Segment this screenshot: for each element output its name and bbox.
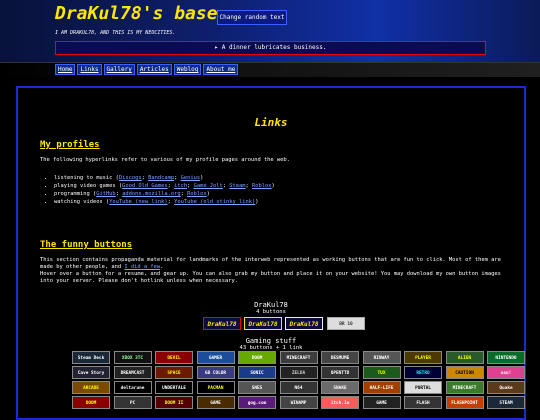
gaming-button[interactable]: itch.io bbox=[321, 396, 359, 409]
gaming-button[interactable]: Quake bbox=[487, 381, 525, 394]
gaming-button[interactable]: deltarune bbox=[113, 381, 152, 394]
site-header: DraKul78's base Change random text I AM … bbox=[0, 0, 540, 62]
gaming-group-title: Gaming stuff bbox=[245, 337, 297, 345]
main-content: Links My profiles The following hyperlin… bbox=[16, 86, 526, 420]
gaming-button[interactable]: SPACE bbox=[155, 366, 193, 379]
site-title: DraKul78's base bbox=[55, 3, 218, 24]
profile-link[interactable]: Roblox bbox=[187, 191, 206, 197]
gaming-button[interactable]: SNES bbox=[238, 381, 276, 394]
nav-about-me[interactable]: About me bbox=[203, 64, 239, 75]
gaming-button[interactable]: DESMUME bbox=[321, 351, 359, 364]
profile-item: listening to music (Discogs; Bandcamp; G… bbox=[54, 174, 275, 182]
drakul-button-4[interactable]: BR 10 bbox=[327, 317, 365, 330]
gaming-button[interactable]: STEAM bbox=[487, 396, 525, 409]
gaming-button[interactable]: DOOM II bbox=[155, 396, 193, 409]
nav-weblog[interactable]: Weblog bbox=[173, 64, 202, 75]
gaming-button[interactable]: DOOM bbox=[72, 396, 110, 409]
i-did-a-few-link[interactable]: I did a few bbox=[124, 264, 160, 270]
gaming-button[interactable]: GB COLOR bbox=[196, 366, 235, 379]
profiles-list: listening to music (Discogs; Bandcamp; G… bbox=[40, 174, 275, 206]
profile-link[interactable]: Game Jolt bbox=[194, 183, 223, 189]
profile-link[interactable]: Roblox bbox=[252, 183, 271, 189]
drakul-group-title: DraKul78 bbox=[254, 301, 288, 309]
gaming-button[interactable]: FLASHPOINT bbox=[445, 396, 484, 409]
profile-link[interactable]: itch bbox=[174, 183, 187, 189]
gaming-button[interactable]: PACMAN bbox=[196, 381, 235, 394]
profile-item: programming (GitHub; addons.mozilla.org;… bbox=[54, 190, 275, 198]
profile-link[interactable]: Genius bbox=[181, 175, 200, 181]
gaming-button[interactable]: PORTAL bbox=[404, 381, 442, 394]
random-text-ticker: ▸ A dinner lubricates business. bbox=[55, 41, 486, 55]
buttons-heading: The funny buttons bbox=[40, 240, 133, 250]
profile-link[interactable]: GitHub bbox=[96, 191, 115, 197]
profile-link[interactable]: Good Old Games bbox=[122, 183, 167, 189]
gaming-button[interactable]: OPENTTD bbox=[321, 366, 359, 379]
gaming-button[interactable]: HALF-LIFE bbox=[362, 381, 401, 394]
drakul-button-1[interactable]: DraKul78 bbox=[203, 317, 241, 330]
profile-link[interactable]: YouTube (new link) bbox=[109, 199, 167, 205]
buttons-intro-text: This section contains propaganda materia… bbox=[40, 257, 501, 270]
gaming-button[interactable]: PC bbox=[113, 396, 152, 409]
page-title: Links bbox=[254, 116, 288, 129]
profiles-heading: My profiles bbox=[40, 140, 100, 150]
gaming-button[interactable]: XBOX 3TC bbox=[113, 351, 152, 364]
gaming-button[interactable]: DEVIL bbox=[155, 351, 193, 364]
profile-link[interactable]: Bandcamp bbox=[148, 175, 174, 181]
nav-gallery[interactable]: Gallery bbox=[103, 64, 135, 75]
gaming-button[interactable]: GAME bbox=[196, 396, 235, 409]
gaming-button[interactable]: Steam Deck bbox=[72, 351, 110, 364]
main-nav: Home Links Gallery Articles Weblog About… bbox=[55, 64, 239, 75]
gaming-button[interactable]: FLASH bbox=[404, 396, 442, 409]
gaming-button[interactable]: TUX bbox=[362, 366, 401, 379]
profile-link[interactable]: YouTube (old stinky link) bbox=[174, 199, 255, 205]
gaming-button[interactable]: Cave Story bbox=[72, 366, 110, 379]
drakul-button-3[interactable]: DraKul78 bbox=[285, 317, 323, 330]
gaming-button[interactable]: gog.com bbox=[238, 396, 276, 409]
gaming-button[interactable]: UNDERTALE bbox=[155, 381, 193, 394]
buttons-intro-end: . bbox=[160, 264, 164, 270]
drakul-button-2[interactable]: DraKul78 bbox=[244, 317, 282, 330]
profile-item: watching videos (YouTube (new link); You… bbox=[54, 198, 275, 206]
gaming-button[interactable]: GAME bbox=[362, 396, 401, 409]
gaming-button[interactable]: SNAKE bbox=[321, 381, 359, 394]
gaming-button[interactable]: N64 bbox=[279, 381, 318, 394]
gaming-button[interactable]: SONIC bbox=[238, 366, 276, 379]
gaming-button[interactable]: RETRO bbox=[404, 366, 442, 379]
gaming-button[interactable]: MINECRAFT bbox=[445, 381, 484, 394]
gaming-button[interactable]: GAMER bbox=[196, 351, 235, 364]
profile-link[interactable]: addons.mozilla.org bbox=[122, 191, 180, 197]
drakul-group-count: 4 buttons bbox=[256, 309, 286, 315]
profile-link[interactable]: Discogs bbox=[119, 175, 142, 181]
gaming-button[interactable]: WINAMP bbox=[279, 396, 318, 409]
change-random-text-button[interactable]: Change random text bbox=[217, 10, 287, 25]
gaming-button[interactable]: MINECRAFT bbox=[279, 351, 318, 364]
buttons-intro: This section contains propaganda materia… bbox=[40, 257, 510, 285]
gaming-button[interactable]: osu! bbox=[487, 366, 525, 379]
gaming-button[interactable]: ALIEN bbox=[445, 351, 484, 364]
gaming-button[interactable]: CAUTION bbox=[445, 366, 484, 379]
gaming-button[interactable]: ZELDA bbox=[279, 366, 318, 379]
gaming-button[interactable]: PLAYER bbox=[404, 351, 442, 364]
gaming-button[interactable]: DREAMCAST bbox=[113, 366, 152, 379]
buttons-intro-hover: Hover over a button for a resume, and ge… bbox=[40, 271, 501, 284]
site-subtitle: I AM DRAKUL78, AND THIS IS MY NEOCITIES. bbox=[55, 30, 176, 36]
gaming-button[interactable]: RINWAY bbox=[362, 351, 401, 364]
gaming-button[interactable]: ARCADE bbox=[72, 381, 110, 394]
profile-item: playing video games (Good Old Games; itc… bbox=[54, 182, 275, 190]
nav-home[interactable]: Home bbox=[55, 64, 76, 75]
nav-links[interactable]: Links bbox=[77, 64, 102, 75]
profiles-intro: The following hyperlinks refer to variou… bbox=[40, 157, 290, 163]
gaming-button[interactable]: DOOM bbox=[238, 351, 276, 364]
profile-link[interactable]: Steam bbox=[229, 183, 245, 189]
nav-articles[interactable]: Articles bbox=[136, 64, 172, 75]
gaming-button[interactable]: NINTENDO bbox=[487, 351, 525, 364]
